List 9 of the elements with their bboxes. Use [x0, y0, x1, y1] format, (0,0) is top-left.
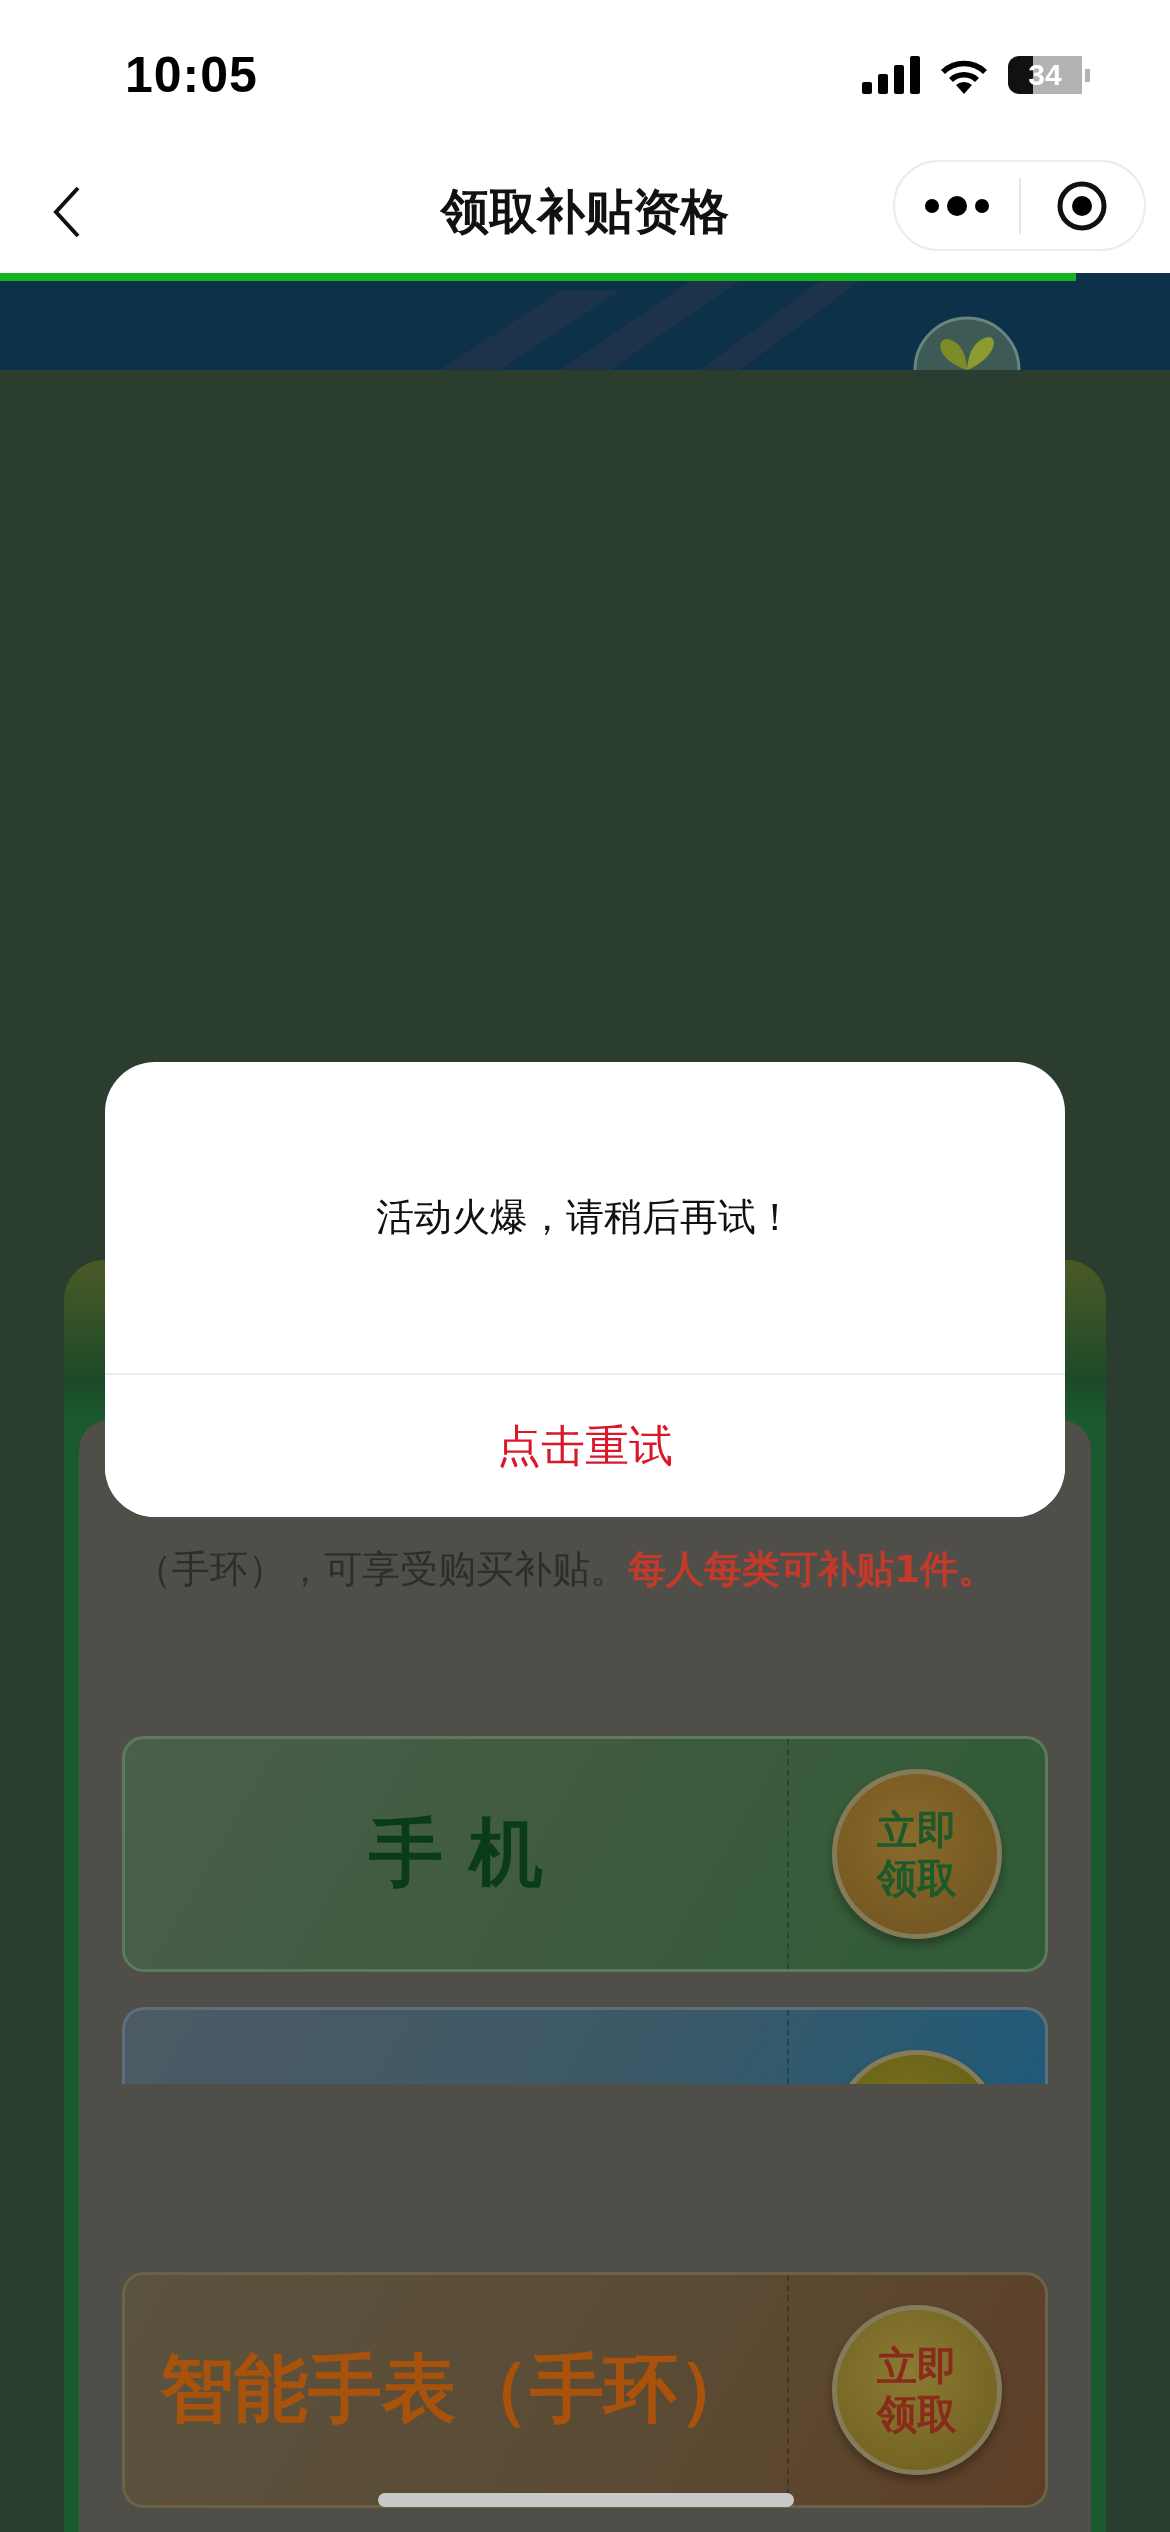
claim-button[interactable]: 立即领取: [832, 1769, 1002, 1939]
dialog-message: 活动火爆，请稍后再试！: [376, 1194, 794, 1241]
claim-button[interactable]: 立即领取: [832, 2305, 1002, 2475]
signal-icon: [862, 56, 920, 94]
more-icon: [923, 195, 990, 216]
status-time: 10:05: [125, 46, 258, 104]
target-icon: [1056, 179, 1109, 232]
category-label: 智能手表（手环）: [160, 2344, 752, 2433]
page-title: 领取补贴资格: [441, 182, 729, 241]
